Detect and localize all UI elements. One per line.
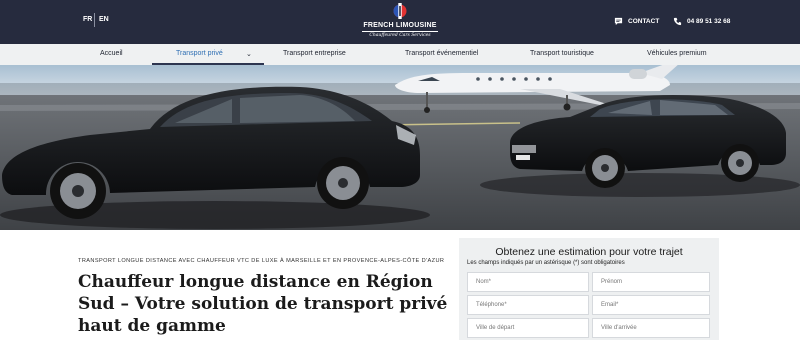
main-nav: Accueil Transport privé ⌄ Transport entr…	[0, 44, 800, 65]
top-header: FR EN FRENCH LIMOUSINE Chauffeured Cars …	[0, 0, 800, 44]
logo[interactable]: FRENCH LIMOUSINE Chauffeured Cars Servic…	[358, 3, 442, 41]
hero-photo	[0, 65, 800, 230]
page-subtitle: Transport longue distance avec chauffeur…	[78, 258, 445, 264]
page-title: Chauffeur longue distance en Région Sud …	[78, 272, 448, 336]
nav-item-transport-touristique[interactable]: Transport touristique	[530, 50, 594, 57]
chat-icon	[614, 17, 623, 25]
logo-mark-icon	[393, 3, 407, 19]
logo-tagline: Chauffeured Cars Services	[369, 33, 431, 38]
phone-icon	[673, 17, 682, 25]
hero-image	[0, 65, 800, 230]
contact-label: CONTACT	[628, 17, 660, 25]
departure-city-field[interactable]: Ville de départ	[467, 318, 589, 338]
telephone-field[interactable]: Téléphone*	[467, 295, 589, 315]
logo-name: FRENCH LIMOUSINE	[363, 22, 437, 29]
nav-item-transport-prive[interactable]: Transport privé	[176, 50, 223, 57]
chevron-down-icon[interactable]: ⌄	[246, 50, 252, 58]
form-required-note: Les champs indiqués par un astérisque (*…	[467, 260, 625, 266]
language-en-link[interactable]: EN	[99, 16, 109, 23]
language-fr-link[interactable]: FR	[83, 16, 92, 23]
nav-item-transport-entreprise[interactable]: Transport entreprise	[283, 50, 346, 57]
nav-item-vehicules-premium[interactable]: Véhicules premium	[647, 50, 707, 57]
nav-item-transport-evenementiel[interactable]: Transport événementiel	[405, 50, 478, 57]
nav-item-accueil[interactable]: Accueil	[100, 50, 123, 57]
logo-divider	[362, 31, 438, 32]
email-field[interactable]: Email*	[592, 295, 710, 315]
language-separator	[94, 13, 95, 27]
phone-link[interactable]: 04 89 51 32 68	[673, 15, 730, 27]
contact-link[interactable]: CONTACT	[614, 15, 659, 27]
nom-field[interactable]: Nom*	[467, 272, 589, 292]
form-title: Obtenez une estimation pour votre trajet	[495, 246, 683, 258]
prenom-field[interactable]: Prénom	[592, 272, 710, 292]
phone-number: 04 89 51 32 68	[687, 17, 731, 25]
arrival-city-field[interactable]: Ville d'arrivée	[592, 318, 710, 338]
